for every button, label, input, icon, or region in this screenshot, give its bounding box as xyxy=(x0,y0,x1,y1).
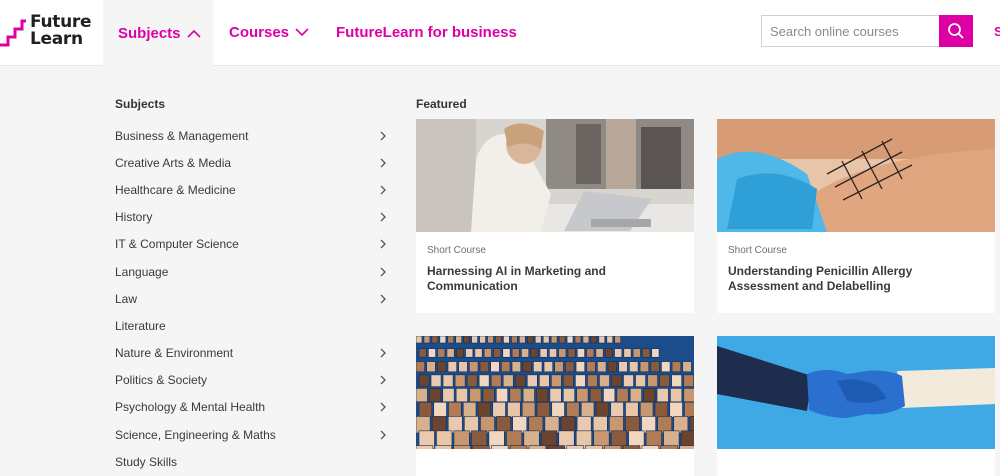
nav-business[interactable]: FutureLearn for business xyxy=(336,0,517,65)
logo-steps-icon xyxy=(0,19,26,47)
logo-line-2: Learn xyxy=(30,29,83,49)
subject-item[interactable]: Business & Management xyxy=(115,122,390,149)
subject-item[interactable]: Nature & Environment xyxy=(115,340,390,367)
subject-item-label: Business & Management xyxy=(115,128,249,143)
course-image-handshake xyxy=(717,336,995,449)
chevron-right-icon xyxy=(380,267,386,276)
chevron-right-icon xyxy=(380,403,386,412)
course-title: Understanding Penicillin Allergy Assessm… xyxy=(728,264,913,293)
chevron-right-icon xyxy=(380,239,386,249)
subjects-heading: Subjects xyxy=(115,97,166,111)
nav-courses-label: Courses xyxy=(229,24,290,41)
subject-item-label: Politics & Society xyxy=(115,373,208,388)
subject-item[interactable]: Politics & Society xyxy=(115,367,390,394)
subject-item[interactable]: Study Skills xyxy=(115,448,390,475)
chevron-down-icon xyxy=(295,28,309,37)
subject-item[interactable]: Psychology & Mental Health xyxy=(115,394,390,421)
chevron-right-icon xyxy=(380,185,386,195)
subject-item[interactable]: History xyxy=(115,204,390,231)
course-type: Short Course xyxy=(427,245,486,256)
header-edge-link[interactable]: S xyxy=(994,24,1000,39)
subject-item[interactable]: Literature xyxy=(115,312,390,339)
site-header: Future Learn Subjects Courses FutureLear… xyxy=(0,0,1000,66)
subject-item-label: Creative Arts & Media xyxy=(115,155,232,170)
search-button[interactable] xyxy=(939,15,973,47)
chevron-right-icon xyxy=(380,375,386,385)
featured-card[interactable]: Short Course Understanding Penicillin Al… xyxy=(717,119,995,313)
featured-card[interactable]: Short Course Harnessing AI in Marketing … xyxy=(416,119,694,313)
course-type: Short Course xyxy=(728,245,787,256)
subject-list: Business & Management Creative Arts & Med… xyxy=(115,122,390,475)
chevron-up-icon xyxy=(186,29,201,38)
subject-item-label: Science, Engineering & Maths xyxy=(115,427,276,442)
subject-item-label: Study Skills xyxy=(115,454,178,469)
nav-subjects[interactable]: Subjects xyxy=(103,0,213,66)
nav-business-label: FutureLearn for business xyxy=(336,24,517,41)
subject-item-label: Psychology & Mental Health xyxy=(115,400,266,415)
logo-wordmark: Future Learn xyxy=(30,14,92,49)
subject-item-label: Literature xyxy=(115,318,166,333)
subject-item-label: Law xyxy=(115,291,138,306)
course-title: Harnessing AI in Marketing and Communica… xyxy=(427,264,606,293)
search-bar xyxy=(761,15,973,47)
chevron-right-icon xyxy=(380,294,386,304)
subject-item[interactable]: IT & Computer Science xyxy=(115,231,390,258)
course-image-faces-grid xyxy=(416,336,694,449)
subject-item[interactable]: Healthcare & Medicine xyxy=(115,176,390,203)
featured-card[interactable] xyxy=(717,336,995,476)
futurelearn-logo[interactable]: Future Learn xyxy=(0,14,92,49)
subject-item[interactable]: Science, Engineering & Maths xyxy=(115,421,390,448)
subject-item[interactable]: Creative Arts & Media xyxy=(115,149,390,176)
course-image-office-worker xyxy=(416,119,694,232)
subject-item-label: Language xyxy=(115,264,169,279)
nav-subjects-label: Subjects xyxy=(118,24,181,42)
nav-courses[interactable]: Courses xyxy=(229,0,309,65)
chevron-right-icon xyxy=(380,131,386,141)
chevron-right-icon xyxy=(380,430,386,440)
chevron-right-icon xyxy=(380,158,386,168)
chevron-right-icon xyxy=(380,348,386,358)
search-input[interactable] xyxy=(761,15,939,47)
subject-item-label: Nature & Environment xyxy=(115,346,234,361)
search-icon xyxy=(948,23,964,39)
subject-item-label: Healthcare & Medicine xyxy=(115,182,236,197)
featured-heading: Featured xyxy=(416,97,467,111)
subject-item[interactable]: Law xyxy=(115,285,390,312)
featured-card[interactable] xyxy=(416,336,694,476)
subject-item-label: History xyxy=(115,210,153,225)
course-image-allergy-test xyxy=(717,119,995,232)
chevron-right-icon xyxy=(380,212,386,222)
subject-item-label: IT & Computer Science xyxy=(115,237,239,252)
subject-item[interactable]: Language xyxy=(115,258,390,285)
